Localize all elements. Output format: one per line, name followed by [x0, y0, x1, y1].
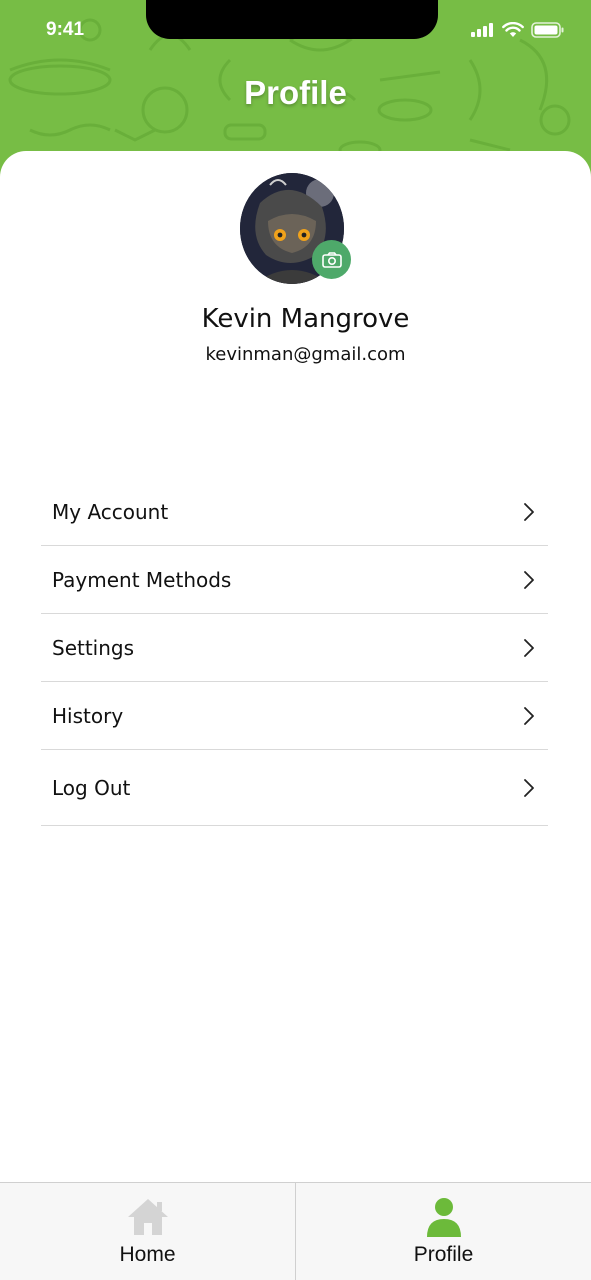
menu-item-label: History [52, 703, 124, 728]
chevron-right-icon [524, 570, 534, 589]
status-icons [471, 22, 565, 38]
tab-label: Profile [413, 1243, 474, 1266]
chevron-right-icon [524, 706, 534, 725]
menu-item-settings[interactable]: Settings [41, 614, 548, 682]
user-icon [426, 1198, 461, 1237]
device-notch [146, 0, 438, 39]
tab-home[interactable]: Home [0, 1183, 295, 1280]
profile-menu: My Account Payment Methods Settings Hist… [41, 478, 548, 826]
home-icon [127, 1199, 168, 1235]
bottom-nav: Home Profile [0, 1182, 591, 1280]
chevron-right-icon [524, 502, 534, 521]
menu-item-payment-methods[interactable]: Payment Methods [41, 546, 548, 614]
battery-icon [531, 22, 564, 38]
menu-item-label: Log Out [52, 775, 131, 800]
tab-profile[interactable]: Profile [295, 1183, 591, 1280]
avatar-container [240, 173, 352, 285]
menu-item-label: Payment Methods [52, 567, 232, 592]
chevron-right-icon [524, 638, 534, 657]
tab-label: Home [119, 1243, 176, 1266]
signal-icon [471, 23, 493, 37]
user-email: kevinman@gmail.com [205, 344, 406, 365]
wifi-icon [502, 22, 524, 37]
camera-icon [321, 251, 342, 268]
user-name: Kevin Mangrove [201, 304, 410, 334]
menu-item-history[interactable]: History [41, 682, 548, 750]
menu-item-label: Settings [52, 635, 135, 660]
menu-item-log-out[interactable]: Log Out [41, 750, 548, 826]
chevron-right-icon [524, 778, 534, 797]
menu-item-my-account[interactable]: My Account [41, 478, 548, 546]
page-title: Profile [244, 74, 347, 111]
menu-item-label: My Account [52, 499, 169, 524]
change-photo-button[interactable] [312, 240, 351, 279]
status-time: 9:41 [46, 19, 85, 40]
